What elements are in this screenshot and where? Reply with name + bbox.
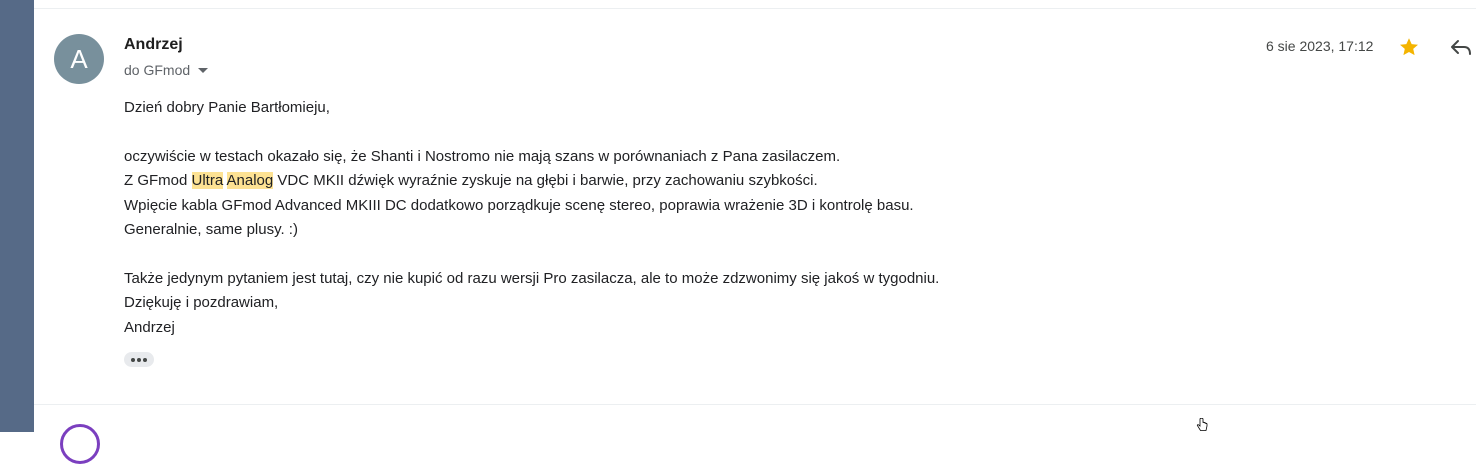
body-blank-line xyxy=(124,242,939,266)
star-icon[interactable] xyxy=(1398,36,1420,58)
top-divider xyxy=(34,8,1476,9)
body-line: Z GFmod Ultra Analog VDC MKII dźwięk wyr… xyxy=(124,169,939,193)
reply-icon[interactable] xyxy=(1449,37,1473,57)
caret-down-icon[interactable] xyxy=(198,67,209,73)
hand-cursor-icon xyxy=(1196,418,1208,431)
more-horiz-icon[interactable] xyxy=(124,352,154,367)
left-rail xyxy=(0,0,34,432)
body-text: VDC MKII dźwięk wyraźnie zyskuje na głęb… xyxy=(273,172,818,190)
next-message-avatar[interactable] xyxy=(60,424,100,464)
body-line: Także jedynym pytaniem jest tutaj, czy n… xyxy=(124,269,940,287)
body-blank-line xyxy=(124,120,939,144)
body-line: Generalnie, same plusy. :) xyxy=(124,220,298,238)
message-date: 6 sie 2023, 17:12 xyxy=(1266,38,1374,54)
message-body: Dzień dobry Panie Bartłomieju, oczywiści… xyxy=(124,96,939,340)
search-highlight: Analog xyxy=(226,172,274,190)
signature: Andrzej xyxy=(124,318,175,336)
search-highlight: Ultra xyxy=(191,172,224,190)
body-greeting: Dzień dobry Panie Bartłomieju, xyxy=(124,99,330,116)
message-panel: A Andrzej do GFmod 6 sie 2023, 17:12 Dzi… xyxy=(34,0,1476,464)
body-line: oczywiście w testach okazało się, że Sha… xyxy=(124,147,841,165)
recipient-label: do GFmod xyxy=(124,62,191,78)
body-line: Wpięcie kabla GFmod Advanced MKIII DC do… xyxy=(124,196,914,214)
body-line: Dziękuję i pozdrawiam, xyxy=(124,294,279,312)
sender-name[interactable]: Andrzej xyxy=(124,36,183,54)
dot xyxy=(143,357,147,362)
avatar[interactable]: A xyxy=(54,34,104,84)
recipient-line: do GFmod xyxy=(124,62,209,78)
bottom-divider xyxy=(34,404,1476,405)
dot xyxy=(137,357,141,362)
dot xyxy=(131,357,135,362)
body-text: Z GFmod xyxy=(124,172,192,190)
